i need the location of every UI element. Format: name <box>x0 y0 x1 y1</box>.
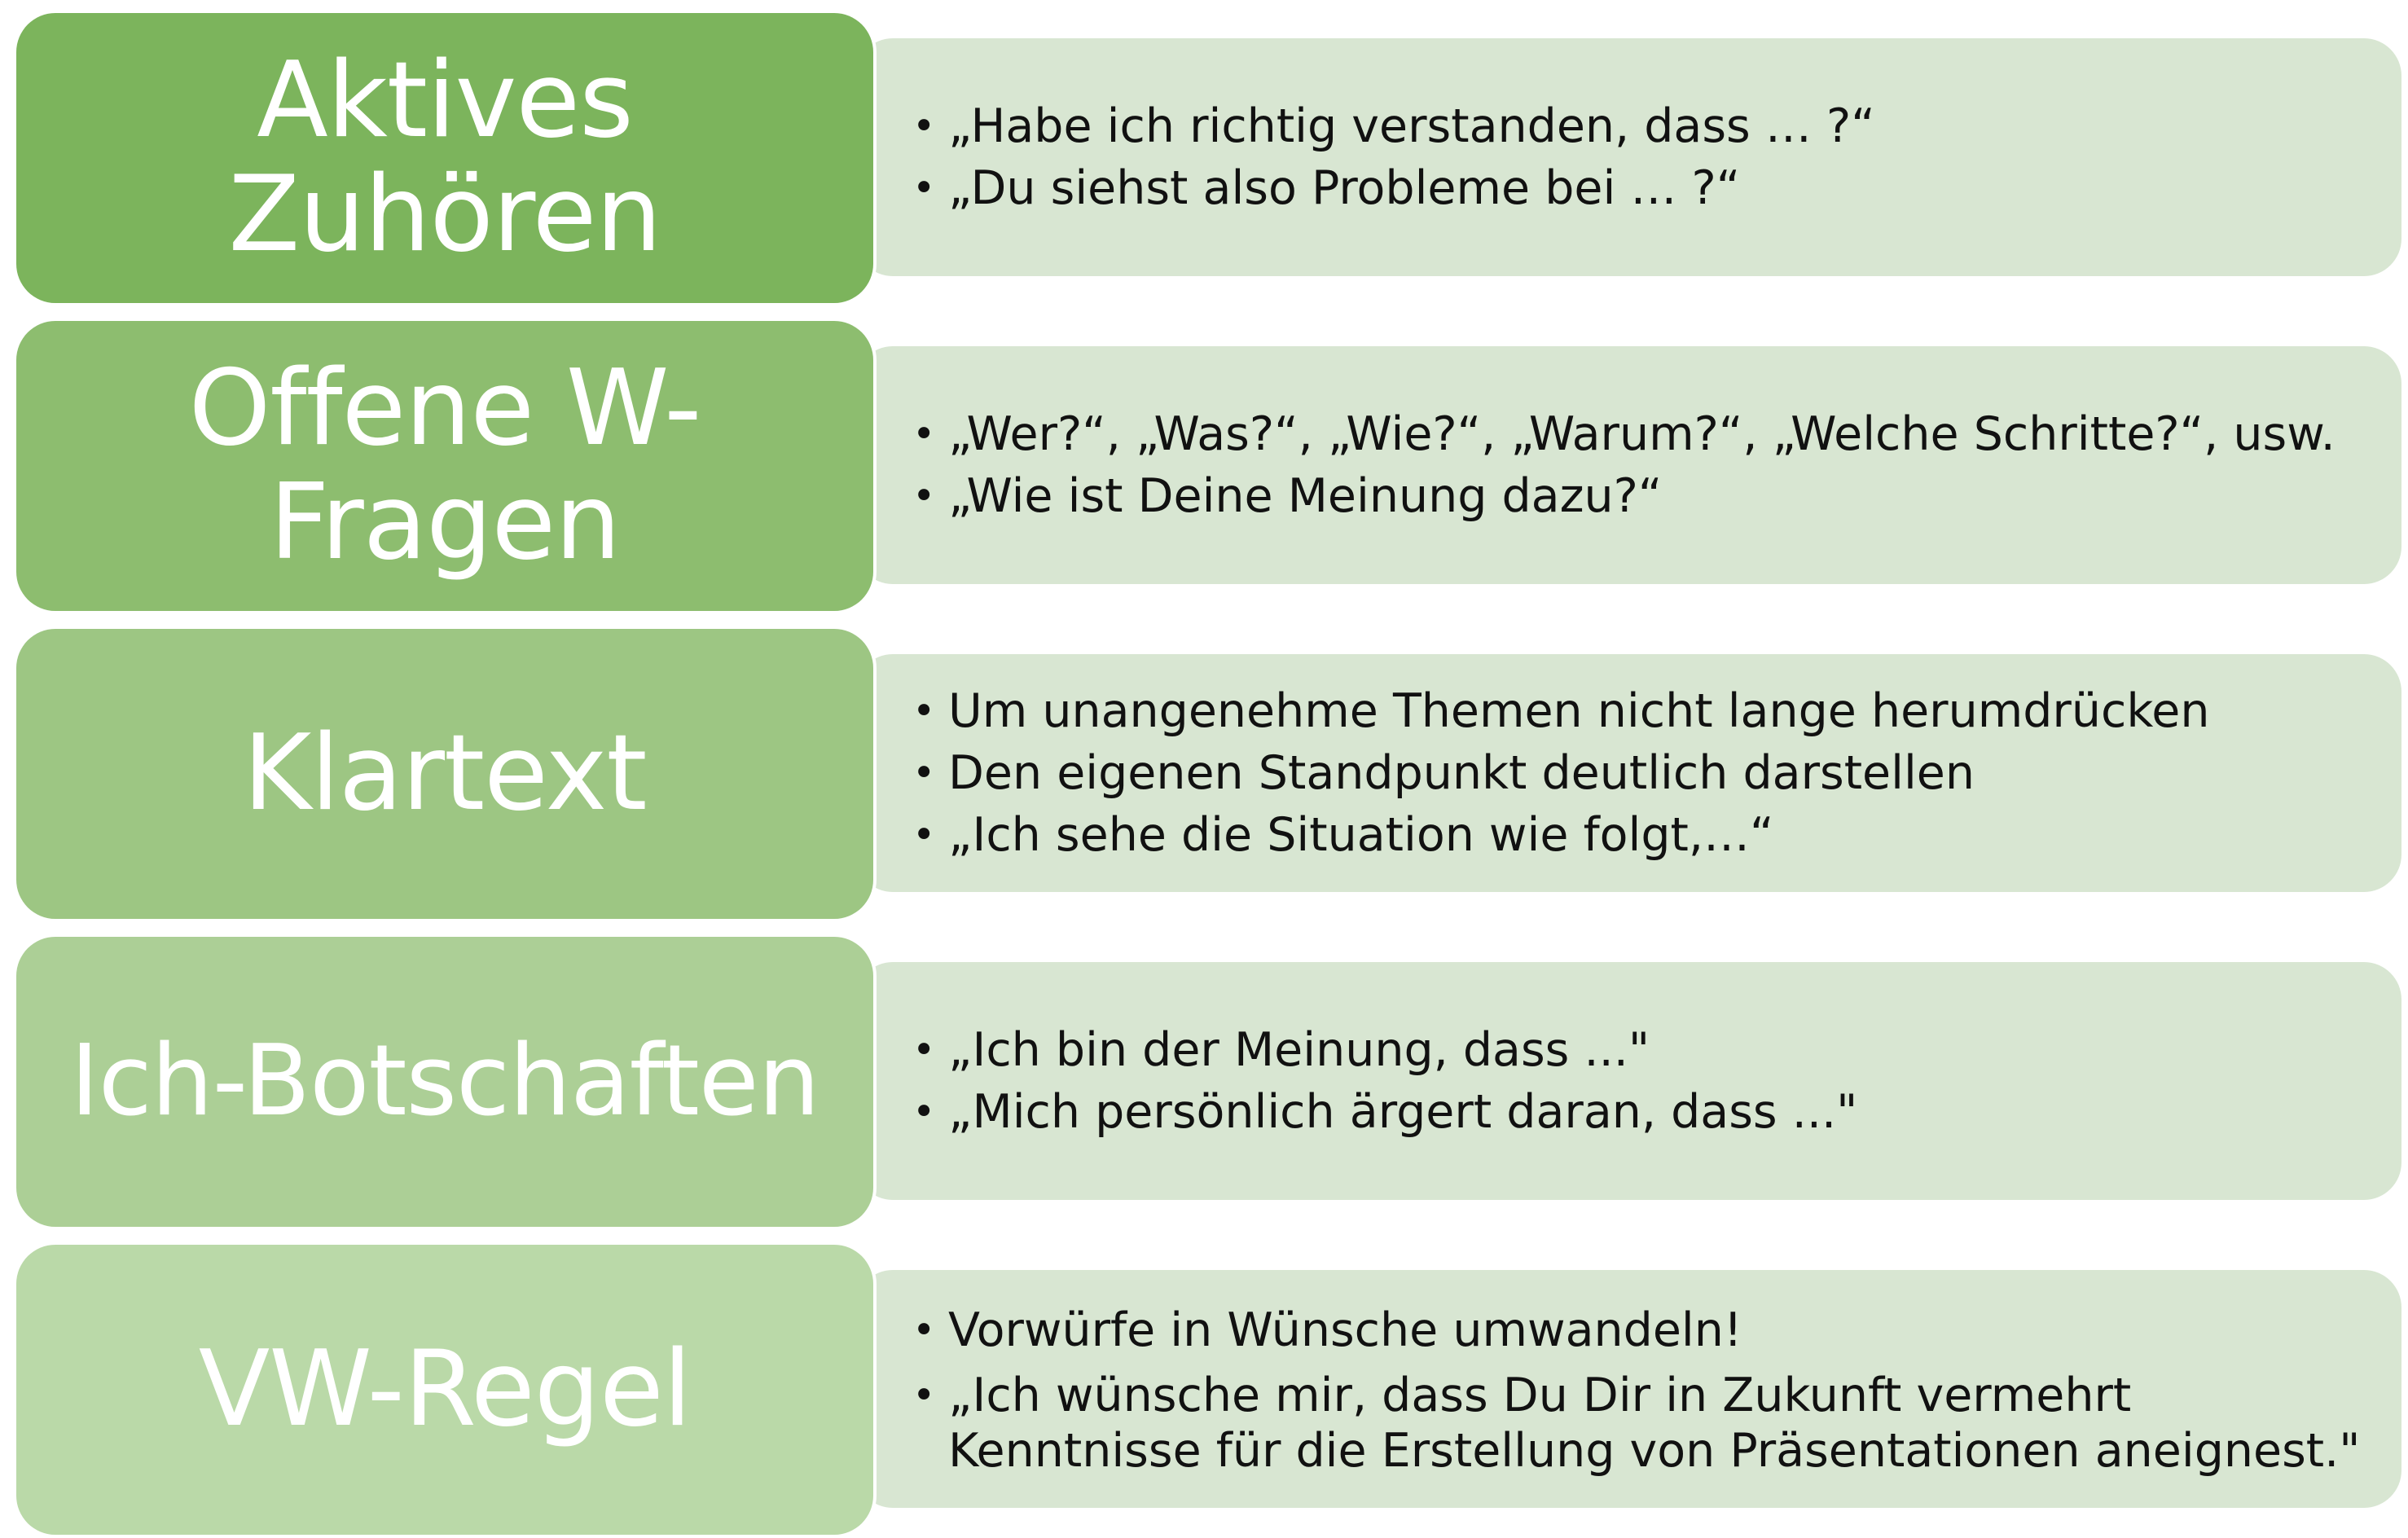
bullet-item: „Wer?“, „Was?“, „Wie?“, „Warum?“, „Welch… <box>912 403 2377 465</box>
detail-box: „Habe ich richtig verstanden, dass … ?“ … <box>855 38 2401 276</box>
detail-box: „Wer?“, „Was?“, „Wie?“, „Warum?“, „Welch… <box>855 346 2401 584</box>
bullet-list: „Habe ich richtig verstanden, dass … ?“ … <box>912 95 2377 219</box>
bullet-item: „Ich sehe die Situation wie folgt,…“ <box>912 804 2377 866</box>
bullet-list: Um unangenehme Themen nicht lange herumd… <box>912 680 2377 866</box>
bullet-item: Vorwürfe in Wünsche umwandeln! <box>912 1299 2377 1361</box>
detail-box: Um unangenehme Themen nicht lange herumd… <box>855 654 2401 892</box>
bullet-list: Vorwürfe in Wünsche umwandeln! „Ich wüns… <box>912 1299 2377 1479</box>
row-aktives-zuhoeren: „Habe ich richtig verstanden, dass … ?“ … <box>16 13 2408 303</box>
bullet-item: „Habe ich richtig verstanden, dass … ?“ <box>912 95 2377 157</box>
label-text: Aktives Zuhören <box>228 40 662 275</box>
label-box: Aktives Zuhören <box>16 13 873 303</box>
label-box: Offene W-Fragen <box>16 321 873 611</box>
bullet-item: „Mich persönlich ärgert daran, dass ..." <box>912 1081 2377 1143</box>
bullet-item: Um unangenehme Themen nicht lange herumd… <box>912 680 2377 742</box>
row-klartext: Um unangenehme Themen nicht lange herumd… <box>16 629 2408 919</box>
label-box: Klartext <box>16 629 873 919</box>
label-text: Klartext <box>243 713 647 834</box>
bullet-list: „Ich bin der Meinung, dass ..." „Mich pe… <box>912 1019 2377 1143</box>
row-ich-botschaften: „Ich bin der Meinung, dass ..." „Mich pe… <box>16 937 2408 1227</box>
detail-box: Vorwürfe in Wünsche umwandeln! „Ich wüns… <box>855 1270 2401 1508</box>
row-vw-regel: Vorwürfe in Wünsche umwandeln! „Ich wüns… <box>16 1245 2408 1535</box>
bullet-item: Den eigenen Standpunkt deutlich darstell… <box>912 742 2377 804</box>
bullet-item: „Du siehst also Probleme bei … ?“ <box>912 157 2377 219</box>
label-text: Ich-Botschaften <box>70 1025 820 1138</box>
bullet-item: „Wie ist Deine Meinung dazu?“ <box>912 465 2377 527</box>
label-box: VW-Regel <box>16 1245 873 1535</box>
bullet-list: „Wer?“, „Was?“, „Wie?“, „Warum?“, „Welch… <box>912 403 2377 527</box>
label-text: VW-Regel <box>198 1329 692 1450</box>
detail-box: „Ich bin der Meinung, dass ..." „Mich pe… <box>855 962 2401 1200</box>
row-offene-w-fragen: „Wer?“, „Was?“, „Wie?“, „Warum?“, „Welch… <box>16 321 2408 611</box>
bullet-item: „Ich bin der Meinung, dass ..." <box>912 1019 2377 1081</box>
bullet-item: „Ich wünsche mir, dass Du Dir in Zukunft… <box>912 1368 2377 1479</box>
label-box: Ich-Botschaften <box>16 937 873 1227</box>
label-text: Offene W-Fragen <box>188 348 702 583</box>
